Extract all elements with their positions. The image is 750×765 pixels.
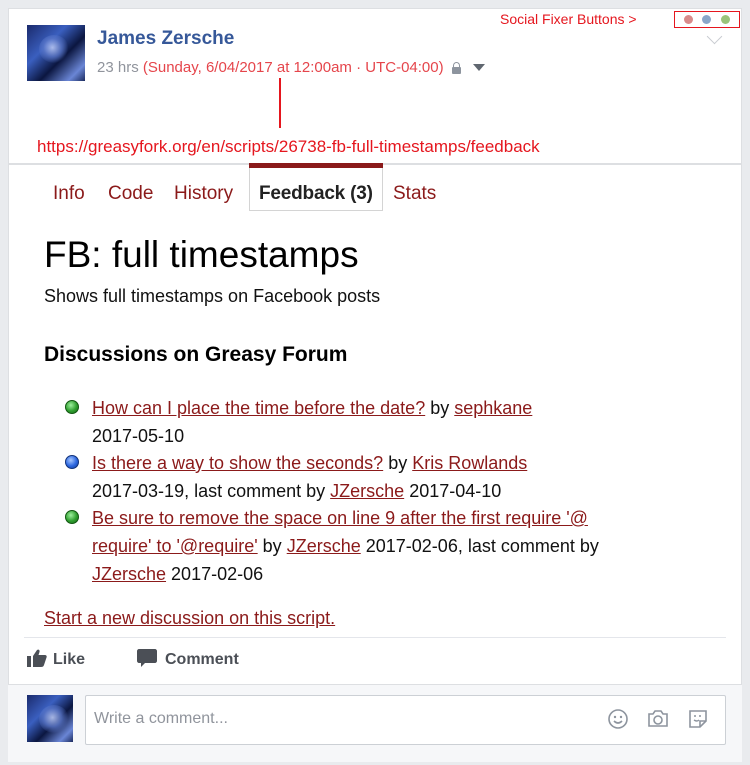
comment-label: Comment — [165, 651, 239, 668]
comment-icon — [137, 649, 157, 667]
social-fixer-button-1[interactable] — [683, 15, 693, 24]
like-label: Like — [53, 651, 86, 668]
discussion-meta: JZersche 2017-02-06 — [92, 564, 263, 585]
by-text: by — [430, 398, 450, 418]
annotation-pointer-line — [279, 78, 281, 128]
last-comment-date: 2017-04-10 — [409, 481, 502, 501]
discussion-title-link-continued[interactable]: require' to '@require' — [92, 536, 258, 556]
discussions-heading: Discussions on Greasy Forum — [44, 343, 348, 366]
by-text: by — [388, 453, 408, 473]
discussion-status-icon — [65, 400, 79, 414]
social-fixer-label: Social Fixer Buttons > — [500, 11, 637, 27]
tab-feedback[interactable]: Feedback (3) — [249, 168, 383, 211]
sticker-icon[interactable] — [687, 708, 709, 730]
new-discussion-link[interactable]: Start a new discussion on this script. — [44, 608, 335, 629]
comment-placeholder: Write a comment... — [94, 710, 228, 727]
discussion-item-continued: require' to '@require' by JZersche 2017-… — [92, 536, 599, 557]
discussion-title-link[interactable]: Be sure to remove the space on line 9 af… — [92, 508, 588, 528]
social-fixer-button-2[interactable] — [702, 15, 712, 24]
comment-input[interactable]: Write a comment... — [85, 695, 726, 745]
like-icon — [27, 649, 47, 667]
script-title: FB: full timestamps — [44, 234, 359, 275]
annotation-url: https://greasyfork.org/en/scripts/26738-… — [37, 137, 540, 156]
like-button[interactable]: Like — [27, 649, 85, 669]
discussion-author-link[interactable]: Kris Rowlands — [412, 453, 527, 473]
privacy-dropdown-icon[interactable] — [472, 64, 485, 71]
discussion-item: Is there a way to show the seconds? by K… — [92, 453, 527, 474]
discussion-author-link[interactable]: sephkane — [454, 398, 532, 418]
discussion-date: 2017-05-10 — [92, 426, 185, 446]
last-commenter-link[interactable]: JZersche — [330, 481, 404, 501]
discussion-item: Be sure to remove the space on line 9 af… — [92, 508, 588, 529]
post-meta: 23 hrs (Sunday, 6/04/2017 at 12:00am · U… — [97, 59, 485, 76]
social-fixer-buttons — [674, 11, 740, 28]
author-name[interactable]: James Zersche — [97, 28, 234, 50]
tab-history[interactable]: History — [174, 183, 233, 205]
discussion-title-link[interactable]: Is there a way to show the seconds? — [92, 453, 383, 473]
comment-button[interactable]: Comment — [137, 649, 239, 669]
tab-code[interactable]: Code — [108, 183, 153, 205]
tab-feedback-label: Feedback (3) — [259, 183, 373, 204]
discussion-item: How can I place the time before the date… — [92, 398, 532, 419]
discussion-meta: 2017-03-19, last comment by JZersche 201… — [92, 481, 501, 502]
discussion-date: 2017-03-19, last comment by — [92, 481, 326, 501]
discussion-author-link[interactable]: JZersche — [287, 536, 361, 556]
author-avatar[interactable] — [27, 25, 85, 81]
discussion-status-icon — [65, 510, 79, 524]
discussion-title-link[interactable]: How can I place the time before the date… — [92, 398, 425, 418]
by-text: by — [262, 536, 282, 556]
last-comment-date: 2017-02-06 — [171, 564, 264, 584]
post-time-ago[interactable]: 23 hrs — [97, 59, 139, 76]
script-description: Shows full timestamps on Facebook posts — [44, 286, 381, 306]
tab-stats[interactable]: Stats — [393, 183, 436, 205]
privacy-lock-icon[interactable] — [451, 62, 461, 74]
tab-info[interactable]: Info — [53, 183, 85, 205]
emoji-icon[interactable] — [607, 708, 629, 730]
actions-divider — [24, 637, 726, 638]
discussion-status-icon — [65, 455, 79, 469]
social-fixer-button-3[interactable] — [721, 15, 731, 24]
camera-icon[interactable] — [647, 708, 669, 730]
full-timestamp: (Sunday, 6/04/2017 at 12:00am · UTC-04:0… — [142, 59, 444, 76]
discussion-date: 2017-02-06, last comment by — [365, 536, 599, 556]
last-commenter-link[interactable]: JZersche — [92, 564, 166, 584]
post-card — [8, 8, 742, 762]
current-user-avatar[interactable] — [27, 695, 73, 742]
